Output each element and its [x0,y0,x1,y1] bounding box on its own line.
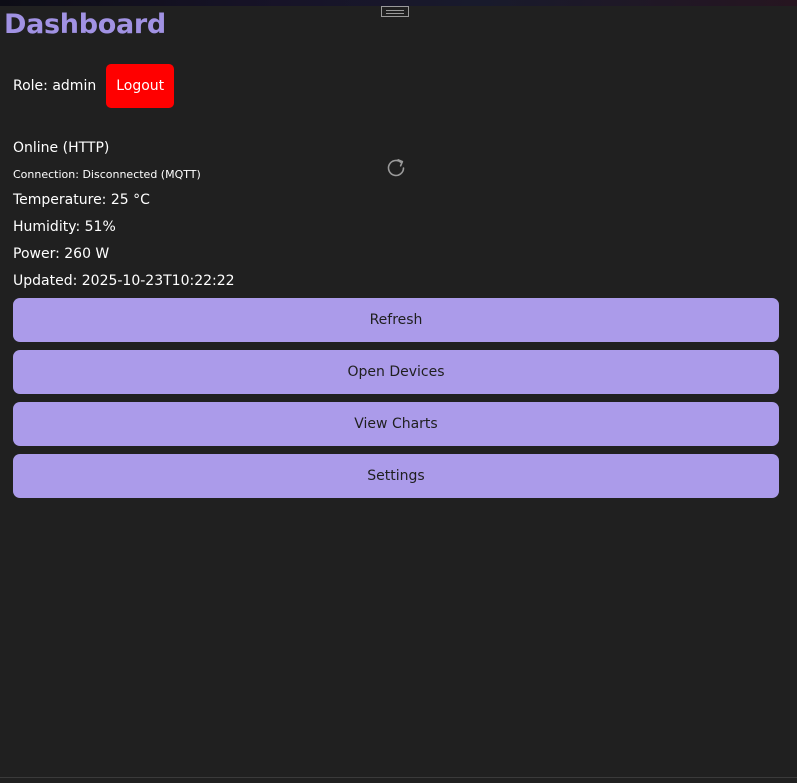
logout-button[interactable]: Logout [106,64,175,108]
user-role-row: Role: admin Logout [13,64,175,108]
bottom-divider [0,777,797,778]
role-label: Role: admin [13,78,97,94]
open-devices-button[interactable]: Open Devices [13,350,779,394]
connection-status: Connection: Disconnected (MQTT) [13,168,201,181]
action-button-list: Refresh Open Devices View Charts Setting… [13,298,779,506]
settings-button[interactable]: Settings [13,454,779,498]
refresh-icon[interactable] [384,156,408,180]
temperature-reading: Temperature: 25 °C [13,192,150,208]
power-reading: Power: 260 W [13,246,110,262]
page-title: Dashboard [4,9,166,40]
refresh-button[interactable]: Refresh [13,298,779,342]
view-charts-button[interactable]: View Charts [13,402,779,446]
drag-handle-icon[interactable] [381,6,409,17]
humidity-reading: Humidity: 51% [13,219,116,235]
online-status: Online (HTTP) [13,140,110,156]
updated-timestamp: Updated: 2025-10-23T10:22:22 [13,273,235,289]
